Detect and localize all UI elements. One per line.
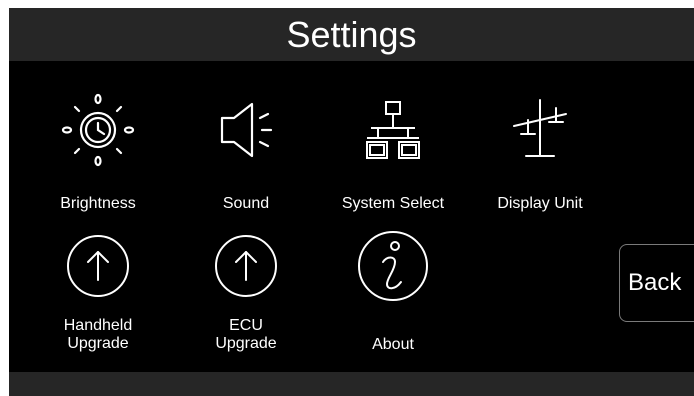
handheld-upgrade-label-line1: Handheld — [63, 317, 133, 334]
speaker-icon — [206, 90, 286, 170]
brightness-button[interactable]: Brightness — [33, 90, 163, 212]
network-icon — [353, 90, 433, 170]
back-button-label: Back — [628, 269, 682, 296]
info-icon — [353, 226, 433, 306]
sound-button[interactable]: Sound — [181, 90, 311, 212]
display-unit-label: Display Unit — [497, 195, 583, 212]
handheld-upgrade-label-line2: Upgrade — [67, 335, 129, 352]
upload-arrow-icon — [58, 230, 138, 310]
system-select-button[interactable]: System Select — [328, 90, 458, 212]
settings-screen: Settings Brightness Sound System Select … — [9, 8, 694, 396]
brightness-label: Brightness — [60, 195, 136, 212]
display-unit-button[interactable]: Display Unit — [475, 90, 605, 212]
ecu-upgrade-button[interactable]: ECU Upgrade — [181, 230, 311, 352]
about-label: About — [372, 336, 414, 353]
system-select-label: System Select — [341, 195, 445, 212]
bottom-bar — [9, 372, 694, 396]
handheld-upgrade-button[interactable]: Handheld Upgrade — [33, 230, 163, 352]
back-button[interactable]: Back — [619, 244, 694, 322]
ecu-upgrade-label-line1: ECU — [229, 317, 263, 334]
title-bar: Settings — [9, 8, 694, 61]
ecu-upgrade-label-line2: Upgrade — [215, 335, 277, 352]
about-button[interactable]: About — [328, 226, 458, 353]
balance-scale-icon — [500, 90, 580, 170]
sun-icon — [58, 90, 138, 170]
page-title: Settings — [286, 14, 417, 55]
sound-label: Sound — [222, 195, 270, 212]
upload-arrow-icon — [206, 230, 286, 310]
